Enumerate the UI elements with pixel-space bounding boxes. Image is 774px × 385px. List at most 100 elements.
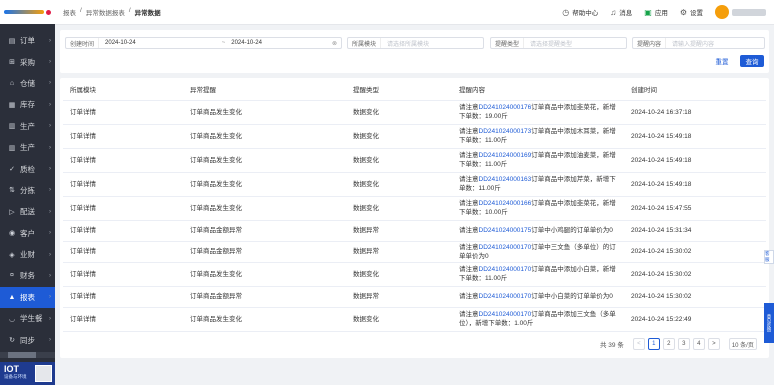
sidebar-item[interactable]: ↻ 同步 ›: [0, 329, 55, 350]
cell-module: 订单详情: [63, 196, 183, 221]
cell-alert: 订单商品发生变化: [183, 307, 346, 332]
table-row: 订单详情 订单商品金额异常 数据异常 请注意DD241024000175订单中小鸡腿的…: [63, 220, 766, 242]
settings-button[interactable]: ⚙ 设置: [680, 7, 703, 18]
page-button[interactable]: 4: [692, 338, 705, 350]
cell-alert: 订单商品金额异常: [183, 286, 346, 308]
table-row: 订单详情 订单商品发生变化 数据变化 请注意DD241024000166订单商品中添加…: [63, 196, 766, 221]
order-code-link[interactable]: DD241024000170: [479, 311, 532, 318]
alerts-table: 所属模块 异常提醒 提醒类型 提醒内容 创建时间 订单详情 订单商品发生变化 数据变…: [63, 78, 766, 332]
sidebar-item[interactable]: ▦ 库存 ›: [0, 94, 55, 115]
sidebar-item-label: 业财: [20, 250, 35, 260]
order-code-link[interactable]: DD241024000170: [479, 266, 532, 273]
sidebar-item[interactable]: ◉ 客户 ›: [0, 223, 55, 244]
feedback-button[interactable]: 意见反馈: [764, 303, 774, 343]
iot-panel[interactable]: IOT 设备与环境: [0, 362, 55, 385]
cell-type: 数据异常: [346, 241, 452, 263]
content-input[interactable]: 提醒内容 请输入提醒内容: [632, 37, 765, 49]
order-code-link[interactable]: DD241024000166: [479, 200, 532, 207]
user-menu[interactable]: [715, 5, 766, 19]
date-range-separator: ~: [221, 40, 226, 46]
order-code-link[interactable]: DD241024000170: [479, 244, 532, 251]
cell-alert: 订单商品发生变化: [183, 262, 346, 287]
sidebar-item[interactable]: ◡ 学生餐 ›: [0, 308, 55, 329]
factory-icon: ▥: [8, 144, 16, 152]
customer-service-button[interactable]: 客服: [764, 250, 774, 264]
reset-button[interactable]: 重置: [710, 55, 734, 67]
type-placeholder: 请选择提醒类型: [530, 41, 573, 48]
cell-content: 请注意DD241024000175订单中小鸡腿的订单单价为0: [452, 220, 624, 242]
page-button[interactable]: 1: [647, 338, 660, 350]
truck-icon: ▷: [9, 208, 15, 216]
sidebar-item[interactable]: ▷ 配送 ›: [0, 201, 55, 222]
type-select[interactable]: 提醒类型 请选择提醒类型: [490, 37, 627, 49]
table-row: 订单详情 订单商品发生变化 数据变化 请注意DD241024000170订单商品中添加…: [63, 262, 766, 287]
content-label: 提醒内容: [633, 38, 667, 48]
cell-module: 订单详情: [63, 124, 183, 149]
cell-module: 订单详情: [63, 172, 183, 197]
date-end-input[interactable]: 2024-10-24: [231, 40, 262, 46]
sidebar-item[interactable]: ⌂ 仓储 ›: [0, 73, 55, 94]
warehouse-icon: ⌂: [9, 79, 15, 87]
document-icon: ▤: [8, 37, 16, 45]
clear-icon[interactable]: ⊗: [332, 40, 337, 47]
sidebar-item[interactable]: ⇅ 分拣 ›: [0, 180, 55, 201]
order-code-link[interactable]: DD241024000173: [479, 128, 532, 135]
sidebar-item[interactable]: ▥ 生产 ›: [0, 137, 55, 158]
breadcrumb-item[interactable]: 异常数据报表: [86, 7, 125, 17]
logo[interactable]: [0, 0, 55, 24]
table-row: 订单详情 订单商品金额异常 数据异常 请注意DD241024000170订单中三文鱼（…: [63, 241, 766, 263]
date-start-input[interactable]: 2024-10-24: [99, 40, 136, 46]
sidebar-item[interactable]: ▥ 生产 ›: [0, 116, 55, 137]
sidebar-scrollbar[interactable]: [0, 352, 55, 358]
breadcrumb-separator: /: [80, 7, 82, 14]
content-prefix: 请注意: [459, 311, 479, 318]
sidebar-item[interactable]: ⊞ 采购 ›: [0, 51, 55, 72]
chevron-right-icon: ›: [49, 315, 51, 322]
sidebar-item[interactable]: ▲ 报表 ›: [0, 286, 55, 309]
sidebar-item[interactable]: ◈ 业财 ›: [0, 244, 55, 265]
column-header: 异常提醒: [183, 78, 346, 101]
sidebar-item-label: 库存: [20, 100, 35, 110]
cell-alert: 订单商品发生变化: [183, 196, 346, 221]
order-code-link[interactable]: DD241024000170: [479, 293, 532, 300]
sidebar-item[interactable]: ✓ 质检 ›: [0, 158, 55, 179]
type-label: 提醒类型: [491, 38, 525, 48]
created-time-range[interactable]: 创建时间 2024-10-24 ~ 2024-10-24 ⊗: [65, 37, 342, 49]
messages-button[interactable]: ♫ 消息: [610, 7, 632, 18]
page-size-select[interactable]: 10 条/页: [728, 338, 757, 350]
order-code-link[interactable]: DD241024000175: [479, 227, 532, 234]
cell-content: 请注意DD241024000173订单商品中添加木耳菜，新增下单数：11.00斤: [452, 124, 624, 149]
module-placeholder: 请选择所属模块: [387, 41, 430, 48]
page-button[interactable]: 3: [677, 338, 690, 350]
chevron-right-icon: ›: [49, 101, 51, 108]
apps-button[interactable]: ▣ 应用: [644, 7, 668, 18]
table-row: 订单详情 订单商品发生变化 数据变化 请注意DD241024000173订单商品中添加…: [63, 124, 766, 149]
cell-content: 请注意DD241024000176订单商品中添加韭菜花，新增下单数：19.00斤: [452, 100, 624, 125]
search-button[interactable]: 查询: [740, 55, 764, 67]
page-button[interactable]: 2: [662, 338, 675, 350]
cell-alert: 订单商品发生变化: [183, 172, 346, 197]
help-center-button[interactable]: ◷ 帮助中心: [562, 7, 598, 18]
sidebar-item[interactable]: ▤ 订单 ›: [0, 30, 55, 51]
scrollbar-thumb[interactable]: [8, 352, 36, 358]
order-code-link[interactable]: DD241024000163: [479, 176, 532, 183]
order-code-link[interactable]: DD241024000176: [479, 104, 532, 111]
module-select[interactable]: 所属模块 请选择所属模块: [347, 37, 484, 49]
sidebar-item[interactable]: ¤ 财务 ›: [0, 265, 55, 286]
cell-content: 请注意DD241024000170订单中三文鱼（多单位）的订单单价为0: [452, 241, 624, 263]
cell-alert: 订单商品发生变化: [183, 124, 346, 149]
total-count: 共 39 条: [600, 342, 624, 349]
box-icon: ▦: [8, 101, 16, 109]
chevron-right-icon: ›: [49, 251, 51, 258]
next-page-button[interactable]: >: [707, 338, 720, 350]
cell-module: 订单详情: [63, 307, 183, 332]
order-code-link[interactable]: DD241024000169: [479, 152, 532, 159]
cell-time: 2024-10-24 15:30:02: [624, 262, 766, 287]
prev-page-button[interactable]: <: [632, 338, 645, 350]
chevron-right-icon: ›: [49, 80, 51, 87]
content-prefix: 请注意: [459, 243, 479, 251]
logo-mark: [4, 10, 44, 14]
sidebar-nav: ▤ 订单 › ⊞ 采购 › ⌂ 仓储 › ▦ 库存 › ▥ 生产 › ▥ 生产 › ✓ 质检 › ⇅ 分拣 › ▷ 配送 › ◉ 客户 ›…: [0, 30, 55, 351]
content-prefix: 请注意: [459, 293, 479, 300]
breadcrumb-item[interactable]: 报表: [63, 7, 76, 17]
